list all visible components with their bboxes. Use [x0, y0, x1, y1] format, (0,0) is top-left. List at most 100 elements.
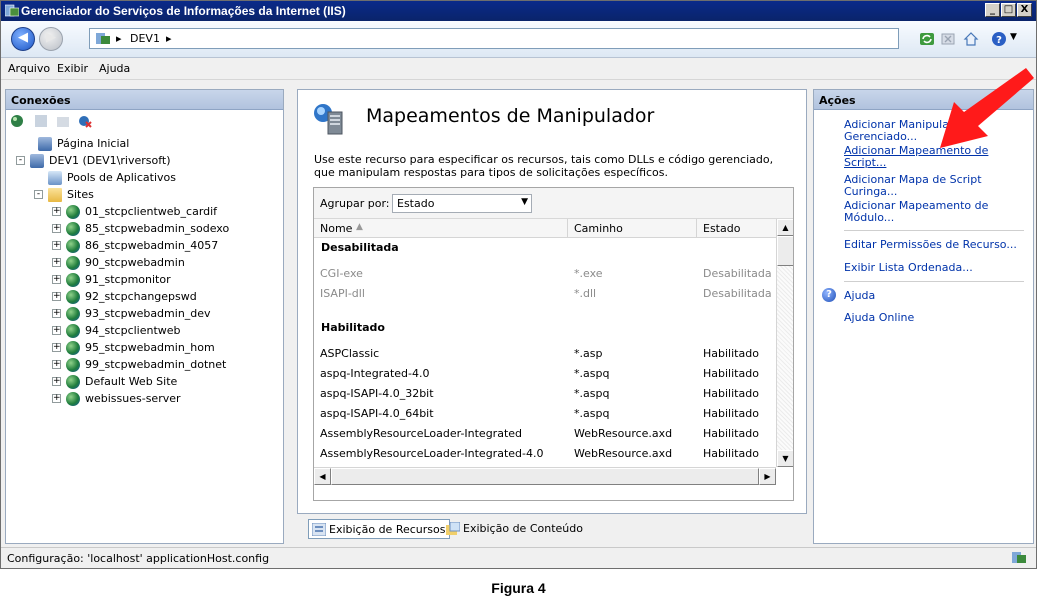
features-pane: Mapeamentos de Manipulador Use este recu… [297, 89, 807, 514]
view-tabs: Exibição de Recursos Exibição de Conteúd… [301, 516, 807, 542]
minimize-button[interactable]: _ [985, 3, 1000, 17]
forward-arrow-icon: ▶ [46, 30, 56, 45]
handler-mappings-icon [314, 104, 343, 135]
column-divider[interactable] [696, 219, 697, 237]
expand-icon[interactable]: + [52, 224, 61, 233]
table-row[interactable]: aspq-Integrated-4.0 *.aspq Habilitado [314, 363, 776, 383]
horizontal-scrollbar[interactable]: ◀ ▶ [314, 467, 776, 485]
expand-icon[interactable]: + [52, 241, 61, 250]
save-icon[interactable] [34, 114, 48, 128]
cell-estado: Habilitado [703, 387, 759, 400]
sort-up-icon: ▲ [356, 222, 363, 232]
expand-icon[interactable]: + [52, 394, 61, 403]
cell-caminho: WebResource.axd [574, 447, 673, 460]
address-toolbar: ◀ ▶ ▸ DEV1 ▸ ? ▼ [1, 21, 1036, 58]
tree-node-label: DEV1 (DEV1\riversoft) [49, 154, 171, 167]
iis-manager-window: Gerenciador do Serviços de Informações d… [0, 0, 1037, 569]
group-header[interactable]: Habilitado [314, 317, 776, 337]
action-edit-permissions[interactable]: Editar Permissões de Recurso... [844, 239, 1017, 251]
breadcrumb-dev1[interactable]: DEV1 [130, 32, 160, 45]
home-icon [38, 137, 52, 151]
tree-node-label: Pools de Aplicativos [67, 171, 176, 184]
cell-estado: Habilitado [703, 427, 759, 440]
tab-features-view[interactable]: Exibição de Recursos [308, 519, 451, 539]
vertical-scrollbar[interactable]: ▲ ▼ [776, 219, 793, 467]
home-icon[interactable] [963, 31, 979, 47]
expand-icon[interactable]: + [52, 326, 61, 335]
breadcrumb-separator[interactable]: ▸ [166, 32, 172, 45]
group-by-select[interactable]: Estado ▼ [392, 194, 532, 213]
column-divider[interactable] [567, 219, 568, 237]
collapse-icon[interactable]: - [16, 156, 25, 165]
close-button[interactable]: X [1017, 3, 1032, 17]
tab-content-view[interactable]: Exibição de Conteúdo [443, 519, 587, 539]
action-add-wildcard-script-map[interactable]: Adicionar Mapa de Script Curinga... [844, 174, 982, 198]
globe-icon [66, 205, 80, 219]
tree-node-label: Default Web Site [85, 375, 178, 388]
expand-icon[interactable]: + [52, 275, 61, 284]
scroll-up-icon[interactable]: ▲ [777, 219, 793, 236]
scroll-right-icon[interactable]: ▶ [759, 468, 776, 485]
table-row[interactable]: AssemblyResourceLoader-Integrated WebReso… [314, 423, 776, 443]
table-row[interactable]: ASPClassic *.asp Habilitado [314, 343, 776, 363]
table-row[interactable]: ISAPI-dll *.dll Desabilitada [314, 283, 776, 303]
expand-icon[interactable]: + [52, 377, 61, 386]
forward-button[interactable]: ▶ [39, 27, 63, 51]
cell-estado: Habilitado [703, 447, 759, 460]
chevron-down-icon: ▼ [521, 197, 528, 207]
stop-icon[interactable] [940, 31, 956, 47]
hscroll-thumb[interactable] [331, 468, 759, 485]
table-row[interactable]: aspq-ISAPI-4.0_64bit *.aspq Habilitado [314, 403, 776, 423]
action-help[interactable]: Ajuda [844, 290, 875, 302]
table-row[interactable]: CGI-exe *.exe Desabilitada [314, 263, 776, 283]
action-online-help[interactable]: Ajuda Online [844, 312, 914, 324]
globe-icon [66, 375, 80, 389]
address-bar[interactable]: ▸ DEV1 ▸ [89, 28, 899, 49]
tree-node-label: Página Inicial [57, 137, 130, 150]
cell-estado: Desabilitada [703, 287, 772, 300]
tree-node-label: 90_stcpwebadmin [85, 256, 185, 269]
action-view-ordered-list[interactable]: Exibir Lista Ordenada... [844, 262, 973, 274]
group-header[interactable]: Desabilitada [314, 237, 776, 257]
grid-header: Nome ▲ Caminho Estado [314, 219, 776, 238]
collapse-icon[interactable]: - [34, 190, 43, 199]
back-button[interactable]: ◀ [11, 27, 35, 51]
table-row[interactable]: aspq-ISAPI-4.0_32bit *.aspq Habilitado [314, 383, 776, 403]
disconnect-icon[interactable] [78, 114, 92, 128]
column-estado[interactable]: Estado [703, 222, 740, 235]
column-caminho[interactable]: Caminho [574, 222, 623, 235]
help-dropdown-icon[interactable]: ▼ [1010, 32, 1017, 42]
breadcrumb-separator[interactable]: ▸ [116, 32, 122, 45]
menu-ajuda[interactable]: Ajuda [99, 62, 130, 75]
cell-estado: Habilitado [703, 367, 759, 380]
column-nome[interactable]: Nome [320, 222, 352, 235]
connect-icon[interactable] [10, 114, 24, 128]
up-icon[interactable] [56, 114, 70, 128]
table-row[interactable]: AssemblyResourceLoader-Integrated-4.0 Web… [314, 443, 776, 463]
expand-icon[interactable]: + [52, 309, 61, 318]
menu-exibir[interactable]: Exibir [57, 62, 88, 75]
page-title: Mapeamentos de Manipulador [366, 105, 655, 127]
maximize-button[interactable]: □ [1001, 3, 1016, 17]
status-bar: Configuração: 'localhost' applicationHos… [1, 547, 1036, 568]
features-view-icon [312, 523, 326, 536]
scroll-left-icon[interactable]: ◀ [314, 468, 331, 485]
cell-caminho: *.aspq [574, 387, 610, 400]
globe-icon [66, 324, 80, 338]
refresh-icon[interactable] [919, 31, 935, 47]
scroll-down-icon[interactable]: ▼ [777, 450, 793, 467]
server-icon [30, 154, 44, 168]
expand-icon[interactable]: + [52, 360, 61, 369]
connections-toolbar [6, 110, 283, 132]
expand-icon[interactable]: + [52, 292, 61, 301]
expand-icon[interactable]: + [52, 343, 61, 352]
help-icon[interactable]: ? [991, 31, 1007, 47]
expand-icon[interactable]: + [52, 258, 61, 267]
globe-icon [66, 222, 80, 236]
menu-arquivo[interactable]: Arquivo [8, 62, 50, 75]
expand-icon[interactable]: + [52, 207, 61, 216]
cell-caminho: *.dll [574, 287, 597, 300]
scroll-thumb[interactable] [777, 236, 793, 266]
cell-nome: ASPClassic [320, 347, 380, 360]
action-add-module-mapping[interactable]: Adicionar Mapeamento de Módulo... [844, 200, 988, 224]
